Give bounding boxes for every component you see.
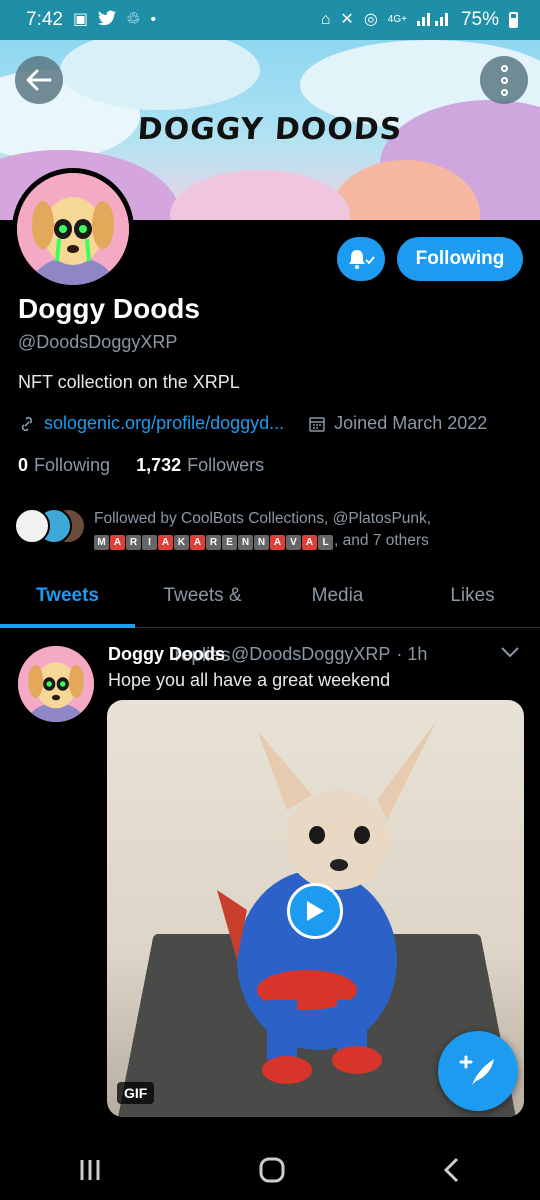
tab-tweets-replies[interactable]: Tweets & replies <box>135 566 270 666</box>
gif-badge: GIF <box>117 1082 155 1104</box>
home-icon[interactable] <box>258 1156 286 1184</box>
profile-link[interactable]: sologenic.org/profile/doggyd... <box>44 413 284 434</box>
tab-likes[interactable]: Likes <box>405 566 540 627</box>
calendar-icon <box>309 416 325 432</box>
followers-count[interactable]: 1,732 Followers <box>136 455 264 476</box>
name-letter-tile: A <box>158 535 173 550</box>
tweet-text: Hope you all have a great weekend <box>108 670 391 690</box>
vertical-dots-icon <box>500 64 508 96</box>
name-letter-tile: E <box>222 535 237 550</box>
mute-icon: ✕ <box>340 11 354 28</box>
name-letter-tile: N <box>238 535 253 550</box>
name-letter-tile: R <box>126 535 141 550</box>
compose-tweet-button[interactable] <box>438 1031 518 1111</box>
dog-avatar-icon <box>17 173 129 285</box>
name-letter-tile: R <box>206 535 221 550</box>
name-letter-tile: V <box>286 535 301 550</box>
profile-avatar[interactable] <box>12 168 134 290</box>
name-letter-tile: N <box>254 535 269 550</box>
name-letter-tile: A <box>190 535 205 550</box>
followed-by-others: , and 7 others <box>334 532 429 549</box>
gallery-icon: ▣ <box>72 11 89 28</box>
profile-handle: @DoodsDoggyXRP <box>18 332 178 352</box>
profile-meta: sologenic.org/profile/doggyd... Joined M… <box>18 413 487 434</box>
bell-check-icon <box>349 250 375 269</box>
more-options-button[interactable] <box>480 56 528 104</box>
name-letter-tile: A <box>302 535 317 550</box>
lock-icon: ⌂ <box>320 11 331 28</box>
tweet-avatar[interactable] <box>18 646 94 722</box>
name-letter-tile: A <box>270 535 285 550</box>
tweet-author[interactable]: Doggy Doods <box>108 644 225 665</box>
name-letter-tile: M <box>94 535 109 550</box>
notification-dot-icon: • <box>150 11 157 28</box>
android-nav-bar <box>0 1140 540 1200</box>
following-button[interactable]: Following <box>397 237 523 281</box>
banner-title: DOGGY DOODS <box>136 112 404 147</box>
tweet-time: · 1h <box>396 644 428 664</box>
dog-avatar-icon <box>18 646 94 722</box>
profile-tabs: Tweets Tweets & replies Media Likes <box>0 566 540 666</box>
name-letter-tile: L <box>318 535 333 550</box>
play-button[interactable] <box>287 883 343 939</box>
back-nav-icon[interactable] <box>441 1156 463 1184</box>
link-icon <box>21 416 33 431</box>
recent-apps-icon[interactable] <box>77 1157 103 1183</box>
status-time: 7:42 <box>26 9 63 30</box>
notifications-button[interactable] <box>337 237 385 281</box>
name-letter-tile: I <box>142 535 157 550</box>
profile-bio: NFT collection on the XRPL <box>18 372 240 392</box>
twitter-bird-icon <box>98 10 117 30</box>
joined-date: Joined March 2022 <box>334 413 488 433</box>
chevron-down-icon[interactable] <box>500 642 520 663</box>
tweet-header: Doggy Doods @DoodsDoggyXRP · 1h <box>108 644 427 665</box>
battery-percent: 75% <box>460 9 499 30</box>
tab-tweets[interactable]: Tweets <box>0 566 135 628</box>
recycle-icon: ♲ <box>126 11 141 28</box>
signal-icon <box>416 10 451 30</box>
tab-media[interactable]: Media <box>270 566 405 627</box>
tweet-handle: @DoodsDoggyXRP <box>231 644 391 664</box>
profile-name: Doggy Doods <box>18 293 200 324</box>
play-icon <box>307 901 324 921</box>
network-type: 4G+ <box>387 14 407 25</box>
hotspot-icon: ◎ <box>363 11 378 28</box>
followed-by-text: Followed by CoolBots Collections, @Plato… <box>94 510 432 527</box>
name-letter-tile: A <box>110 535 125 550</box>
back-button[interactable] <box>15 56 63 104</box>
feather-plus-icon <box>459 1055 494 1085</box>
arrow-left-icon <box>26 69 52 91</box>
name-letter-tile: K <box>174 535 189 550</box>
following-count[interactable]: 0 Following <box>18 455 110 476</box>
followed-by-name-tiles: MARIAKARENNAVAL <box>94 532 334 550</box>
follower-avatar <box>14 508 50 544</box>
status-bar: 7:42 ▣ ♲ • ⌂ ✕ ◎ 4G+ 75% <box>0 0 540 40</box>
followed-by[interactable]: Followed by CoolBots Collections, @Plato… <box>14 508 534 552</box>
battery-icon <box>509 12 518 28</box>
follow-counts: 0 Following 1,732 Followers <box>18 455 264 476</box>
